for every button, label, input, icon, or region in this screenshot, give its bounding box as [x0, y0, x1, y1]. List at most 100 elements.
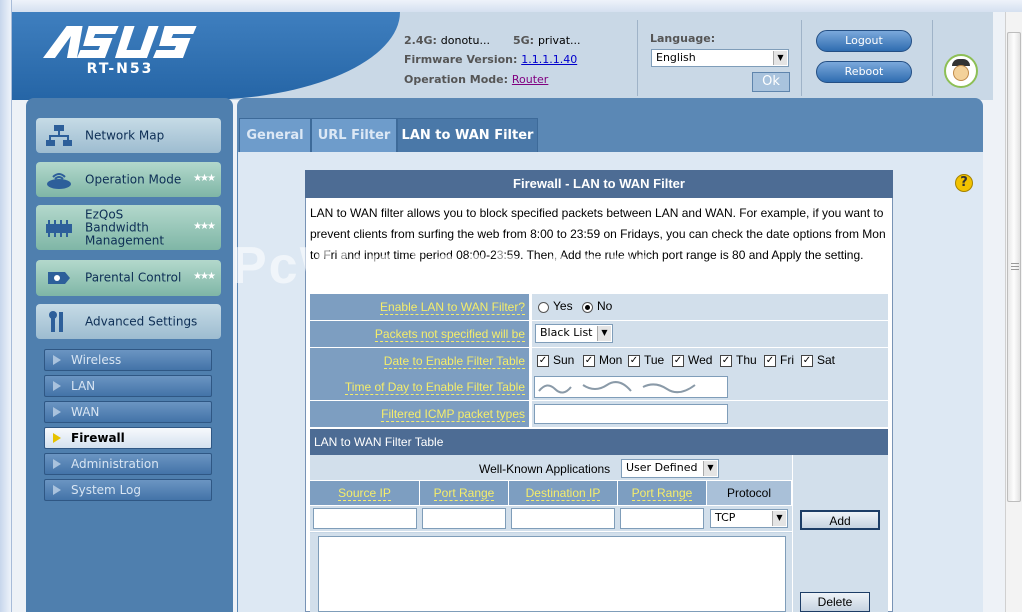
dropdown-arrow-icon: ▼	[597, 326, 611, 341]
sidebar-item-advanced-settings[interactable]: Advanced Settings	[36, 304, 221, 339]
destination-port-input[interactable]	[620, 508, 704, 529]
firmware-info: Firmware Version: 1.1.1.1.40	[404, 53, 577, 66]
date-row: Date to Enable Filter Table ✓ Sun ✓ Mon ✓ T…	[310, 348, 888, 375]
source-port-input[interactable]	[422, 508, 506, 529]
filter-table-title: LAN to WAN Filter Table	[310, 429, 888, 455]
tab-general[interactable]: General	[239, 118, 311, 152]
arrow-right-icon	[53, 485, 61, 495]
protocol-value: TCP	[715, 511, 736, 524]
sidebar-item-label: Parental Control	[85, 270, 182, 285]
help-icon[interactable]: ?	[955, 174, 973, 192]
enable-no-radio[interactable]	[582, 302, 593, 313]
source-ip-input[interactable]	[313, 508, 417, 529]
sidebar-item-network-map[interactable]: Network Map	[36, 118, 221, 153]
packets-value: Black List	[540, 326, 593, 339]
day-mon-checkbox[interactable]: ✓	[583, 355, 595, 367]
dropdown-arrow-icon: ▼	[772, 511, 786, 526]
day-wed-label: Wed	[688, 353, 713, 367]
time-label-text: Time of Day to Enable Filter Table	[344, 380, 525, 395]
delete-rule-button[interactable]: Delete	[800, 592, 870, 612]
col-dest-port-range-text: Port Range	[631, 486, 693, 501]
submenu-firewall[interactable]: Firewall	[44, 427, 212, 449]
submenu-label: LAN	[71, 379, 96, 393]
day-tue-checkbox[interactable]: ✓	[628, 355, 640, 367]
enable-no-label: No	[597, 299, 613, 313]
header-divider	[637, 20, 638, 96]
time-row: Time of Day to Enable Filter Table	[310, 374, 888, 401]
arrow-right-icon	[53, 459, 61, 469]
opmode-link[interactable]: Router	[512, 73, 548, 86]
filter-table-action-column	[792, 455, 888, 612]
reboot-button[interactable]: Reboot	[816, 61, 912, 83]
enable-filter-row: Enable LAN to WAN Filter? Yes No	[310, 294, 888, 321]
day-sat-checkbox[interactable]: ✓	[801, 355, 813, 367]
submenu-label: WAN	[71, 405, 100, 419]
ssid-5-value: privat...	[537, 34, 581, 47]
packets-row: Packets not specified will be Black List…	[310, 321, 888, 348]
enable-yes-label: Yes	[553, 299, 573, 313]
ssid-24-info: 2.4G: donotu...	[404, 34, 490, 47]
mascot-avatar-icon	[944, 54, 978, 88]
model-name: RT-N53	[86, 61, 154, 77]
destination-ip-input[interactable]	[511, 508, 615, 529]
submenu-wireless[interactable]: Wireless	[44, 349, 212, 371]
date-label-text: Date to Enable Filter Table	[383, 354, 525, 369]
protocol-select[interactable]: TCP ▼	[710, 509, 788, 528]
day-thu-checkbox[interactable]: ✓	[720, 355, 732, 367]
qos-icon	[46, 219, 72, 237]
arrow-right-icon	[53, 433, 61, 443]
submenu-label: Firewall	[71, 431, 125, 445]
sidebar-item-label: Advanced Settings	[85, 314, 198, 328]
col-port-range-text: Port Range	[433, 486, 495, 501]
day-sat-label: Sat	[817, 353, 836, 367]
day-sun-checkbox[interactable]: ✓	[537, 355, 549, 367]
add-rule-button[interactable]: Add	[800, 510, 880, 530]
tab-lan-to-wan-filter[interactable]: LAN to WAN Filter	[397, 118, 538, 152]
submenu-label: Wireless	[71, 353, 122, 367]
avatar-face	[953, 65, 969, 81]
date-label: Date to Enable Filter Table	[310, 348, 530, 374]
day-wed-checkbox[interactable]: ✓	[672, 355, 684, 367]
date-field: ✓ Sun ✓ Mon ✓ Tue ✓ Wed ✓ Thu ✓ Fri ✓ Sat	[532, 348, 888, 374]
language-select[interactable]: English ▼	[651, 49, 789, 67]
window-frame-top	[0, 0, 1022, 12]
vertical-scrollbar[interactable]	[1005, 12, 1022, 612]
rating-stars-icon: ★★★	[193, 172, 216, 184]
logout-button[interactable]: Logout	[816, 30, 912, 52]
col-destination-ip: Destination IP	[509, 481, 618, 505]
icmp-input[interactable]	[534, 404, 728, 424]
submenu-label: Administration	[71, 457, 159, 471]
panel-description: LAN to WAN filter allows you to block sp…	[310, 206, 886, 262]
submenu-administration[interactable]: Administration	[44, 453, 212, 475]
sidebar-item-parental-control[interactable]: Parental Control ★★★	[36, 260, 221, 296]
language-ok-button[interactable]: Ok	[752, 72, 790, 92]
sidebar-item-label: Operation Mode	[85, 172, 182, 186]
time-label: Time of Day to Enable Filter Table	[310, 374, 530, 400]
sidebar-item-ezqos[interactable]: EzQoS Bandwidth Management ★★★	[36, 205, 221, 250]
wellknown-select[interactable]: User Defined ▼	[621, 459, 719, 478]
submenu-wan[interactable]: WAN	[44, 401, 212, 423]
rules-listbox[interactable]	[318, 536, 786, 612]
day-mon-label: Mon	[599, 353, 623, 367]
day-fri-checkbox[interactable]: ✓	[764, 355, 776, 367]
ssid-24-label: 2.4G:	[404, 34, 437, 47]
col-dest-port-range: Port Range	[618, 481, 707, 505]
sidebar-item-operation-mode[interactable]: Operation Mode ★★★	[36, 162, 221, 197]
firmware-label: Firmware Version:	[404, 53, 518, 66]
opmode-label: Operation Mode:	[404, 73, 509, 86]
tab-url-filter[interactable]: URL Filter	[311, 118, 397, 152]
tools-icon	[49, 310, 63, 332]
submenu-lan[interactable]: LAN	[44, 375, 212, 397]
packets-select[interactable]: Black List ▼	[535, 324, 613, 343]
scrollbar-thumb[interactable]	[1007, 32, 1021, 502]
submenu-system-log[interactable]: System Log	[44, 479, 212, 501]
ssid-5-label: 5G:	[513, 34, 535, 47]
submenu-label: System Log	[71, 483, 141, 497]
router-icon	[47, 172, 71, 189]
arrow-right-icon	[53, 407, 61, 417]
firmware-link[interactable]: 1.1.1.1.40	[521, 53, 577, 66]
packets-label-text: Packets not specified will be	[374, 327, 525, 342]
icmp-row: Filtered ICMP packet types	[310, 401, 888, 428]
time-range-input[interactable]	[534, 376, 728, 398]
enable-yes-radio[interactable]	[538, 302, 549, 313]
